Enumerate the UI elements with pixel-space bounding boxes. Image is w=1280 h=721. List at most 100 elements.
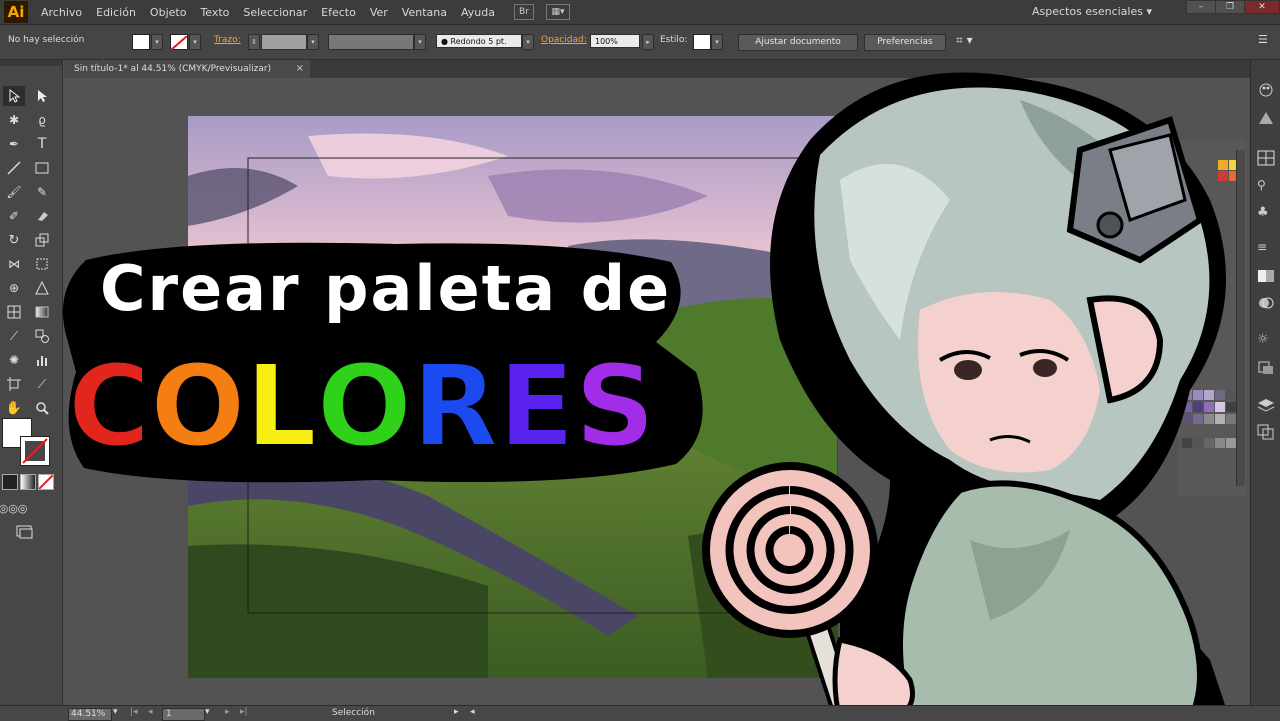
brush-dropdown[interactable]: ▾ [522,34,534,50]
brush-icon[interactable]: 🖌 [3,182,25,202]
stroke-dropdown[interactable]: ▾ [189,34,201,50]
panel-menu-icon[interactable]: ☰ [1258,33,1268,46]
menu-texto[interactable]: Texto [193,6,236,19]
stroke-panel-icon[interactable]: ≡ [1257,240,1275,256]
close-window-button[interactable]: ✕ [1244,0,1280,14]
status-menu-icon[interactable]: ▸ [454,707,459,717]
graphic-style-swatch[interactable] [693,34,711,50]
scale-icon[interactable] [31,230,53,250]
artboards-panel-icon[interactable] [1257,424,1275,440]
last-artboard-icon[interactable]: ▸| [240,707,248,717]
magic-wand-icon[interactable]: ✱ [3,110,25,130]
stroke-box[interactable] [20,436,50,466]
fill-dropdown[interactable]: ▾ [151,34,163,50]
zoom-field[interactable]: 44.51% [68,708,112,721]
graphic-style-dropdown[interactable]: ▾ [711,34,723,50]
line-icon[interactable] [3,158,25,178]
variable-width-dropdown[interactable]: ▾ [414,34,426,50]
layers-panel-icon[interactable] [1257,397,1275,413]
zoom-icon[interactable] [31,398,53,418]
menu-objeto[interactable]: Objeto [143,6,194,19]
menu-seleccionar[interactable]: Seleccionar [236,6,314,19]
mesh-icon[interactable] [3,302,25,322]
menu-efecto[interactable]: Efecto [314,6,363,19]
symbols-panel-icon[interactable]: ♣ [1257,205,1275,221]
eyedropper-icon[interactable]: ⟋ [3,326,25,346]
align-options-icon[interactable]: ⌗ ▾ [956,33,973,48]
letter-r: R [411,341,499,473]
zoom-dropdown-icon[interactable]: ▾ [113,707,118,717]
blend-icon[interactable] [31,326,53,346]
bridge-button[interactable]: Br [513,4,534,20]
menu-ayuda[interactable]: Ayuda [454,6,502,19]
brush-definition-value: Redondo 5 pt. [450,37,507,46]
swatches-panel-icon[interactable] [1257,150,1275,166]
draw-mode-icon[interactable]: ◎◎◎ [0,498,27,518]
symbol-sprayer-icon[interactable]: ✺ [3,350,25,370]
fit-document-button[interactable]: Ajustar documento [738,34,858,51]
fill-stroke-widget[interactable] [2,418,52,466]
direct-selection-icon[interactable] [31,86,53,106]
gradient-icon[interactable] [31,302,53,322]
arrange-documents-button[interactable]: ▦▾ [545,4,570,20]
stroke-swatch[interactable] [170,34,188,51]
slice-icon[interactable]: ⟋ [31,374,53,394]
pen-icon[interactable]: ✒ [3,134,25,154]
color-mode-icon[interactable] [2,474,18,490]
eraser-icon[interactable] [31,206,53,226]
stroke-weight-field[interactable] [261,34,307,50]
preferences-button[interactable]: Preferencias [864,34,946,51]
pencil-icon[interactable]: ✎ [31,182,53,202]
rotate-icon[interactable]: ↻ [3,230,25,250]
style-label: Estilo: [660,35,688,45]
menu-archivo[interactable]: Archivo [34,6,89,19]
menu-ventana[interactable]: Ventana [395,6,454,19]
selection-status: No hay selección [8,35,85,45]
opacity-dropdown[interactable]: ▸ [642,34,654,50]
selection-icon[interactable] [3,86,25,106]
gradient-panel-icon[interactable] [1257,268,1275,284]
brush-definition-field[interactable]: ● Redondo 5 pt. [436,34,522,48]
free-transform-icon[interactable] [31,254,53,274]
color-guide-icon[interactable] [1257,110,1275,126]
next-artboard-icon[interactable]: ▸ [225,707,230,717]
stroke-label[interactable]: Trazo: [214,35,241,45]
screen-mode-icon[interactable] [14,522,36,542]
minimize-button[interactable]: – [1186,0,1216,14]
rectangle-icon[interactable] [31,158,53,178]
shape-builder-icon[interactable]: ⊕ [3,278,25,298]
stroke-weight-dropdown[interactable]: ▾ [307,34,319,50]
transparency-panel-icon[interactable] [1257,295,1275,311]
stroke-weight-stepper[interactable]: ⇕ [248,34,260,50]
menu-ver[interactable]: Ver [363,6,395,19]
color-panel-icon[interactable] [1257,82,1275,98]
gradient-mode-icon[interactable] [20,474,36,490]
perspective-icon[interactable] [31,278,53,298]
artboard-dropdown-icon[interactable]: ▾ [205,707,210,717]
graph-icon[interactable] [31,350,53,370]
none-mode-icon[interactable] [38,474,54,490]
appearance-panel-icon[interactable]: ☼ [1257,332,1275,348]
workspace-switcher[interactable]: Aspectos esenciales ▾ [1032,5,1152,18]
opacity-label[interactable]: Opacidad: [541,35,587,45]
blob-brush-icon[interactable]: ✐ [3,206,25,226]
graphic-styles-panel-icon[interactable] [1257,360,1275,376]
lasso-icon[interactable]: ϱ [31,110,53,130]
artboard-number-field[interactable]: 1 [162,708,205,721]
document-tab[interactable]: Sin título-1* al 44.51% (CMYK/Previsuali… [64,60,310,78]
artboard-icon[interactable] [3,374,25,394]
menu-edicion[interactable]: Edición [89,6,143,19]
tools-grip [0,60,62,66]
first-artboard-icon[interactable]: |◂ [130,707,138,717]
prev-artboard-icon[interactable]: ◂ [148,707,153,717]
opacity-field[interactable]: 100% [590,34,640,48]
hand-icon[interactable]: ✋ [3,398,25,418]
maximize-button[interactable]: ❐ [1215,0,1245,14]
type-icon[interactable]: T [31,134,53,154]
brushes-panel-icon[interactable]: ⚲ [1257,178,1275,194]
close-tab-icon[interactable]: × [296,60,304,78]
width-icon[interactable]: ⋈ [3,254,25,274]
scroll-left-icon[interactable]: ◂ [470,707,475,717]
variable-width-field[interactable] [328,34,414,50]
fill-swatch[interactable] [132,34,150,50]
